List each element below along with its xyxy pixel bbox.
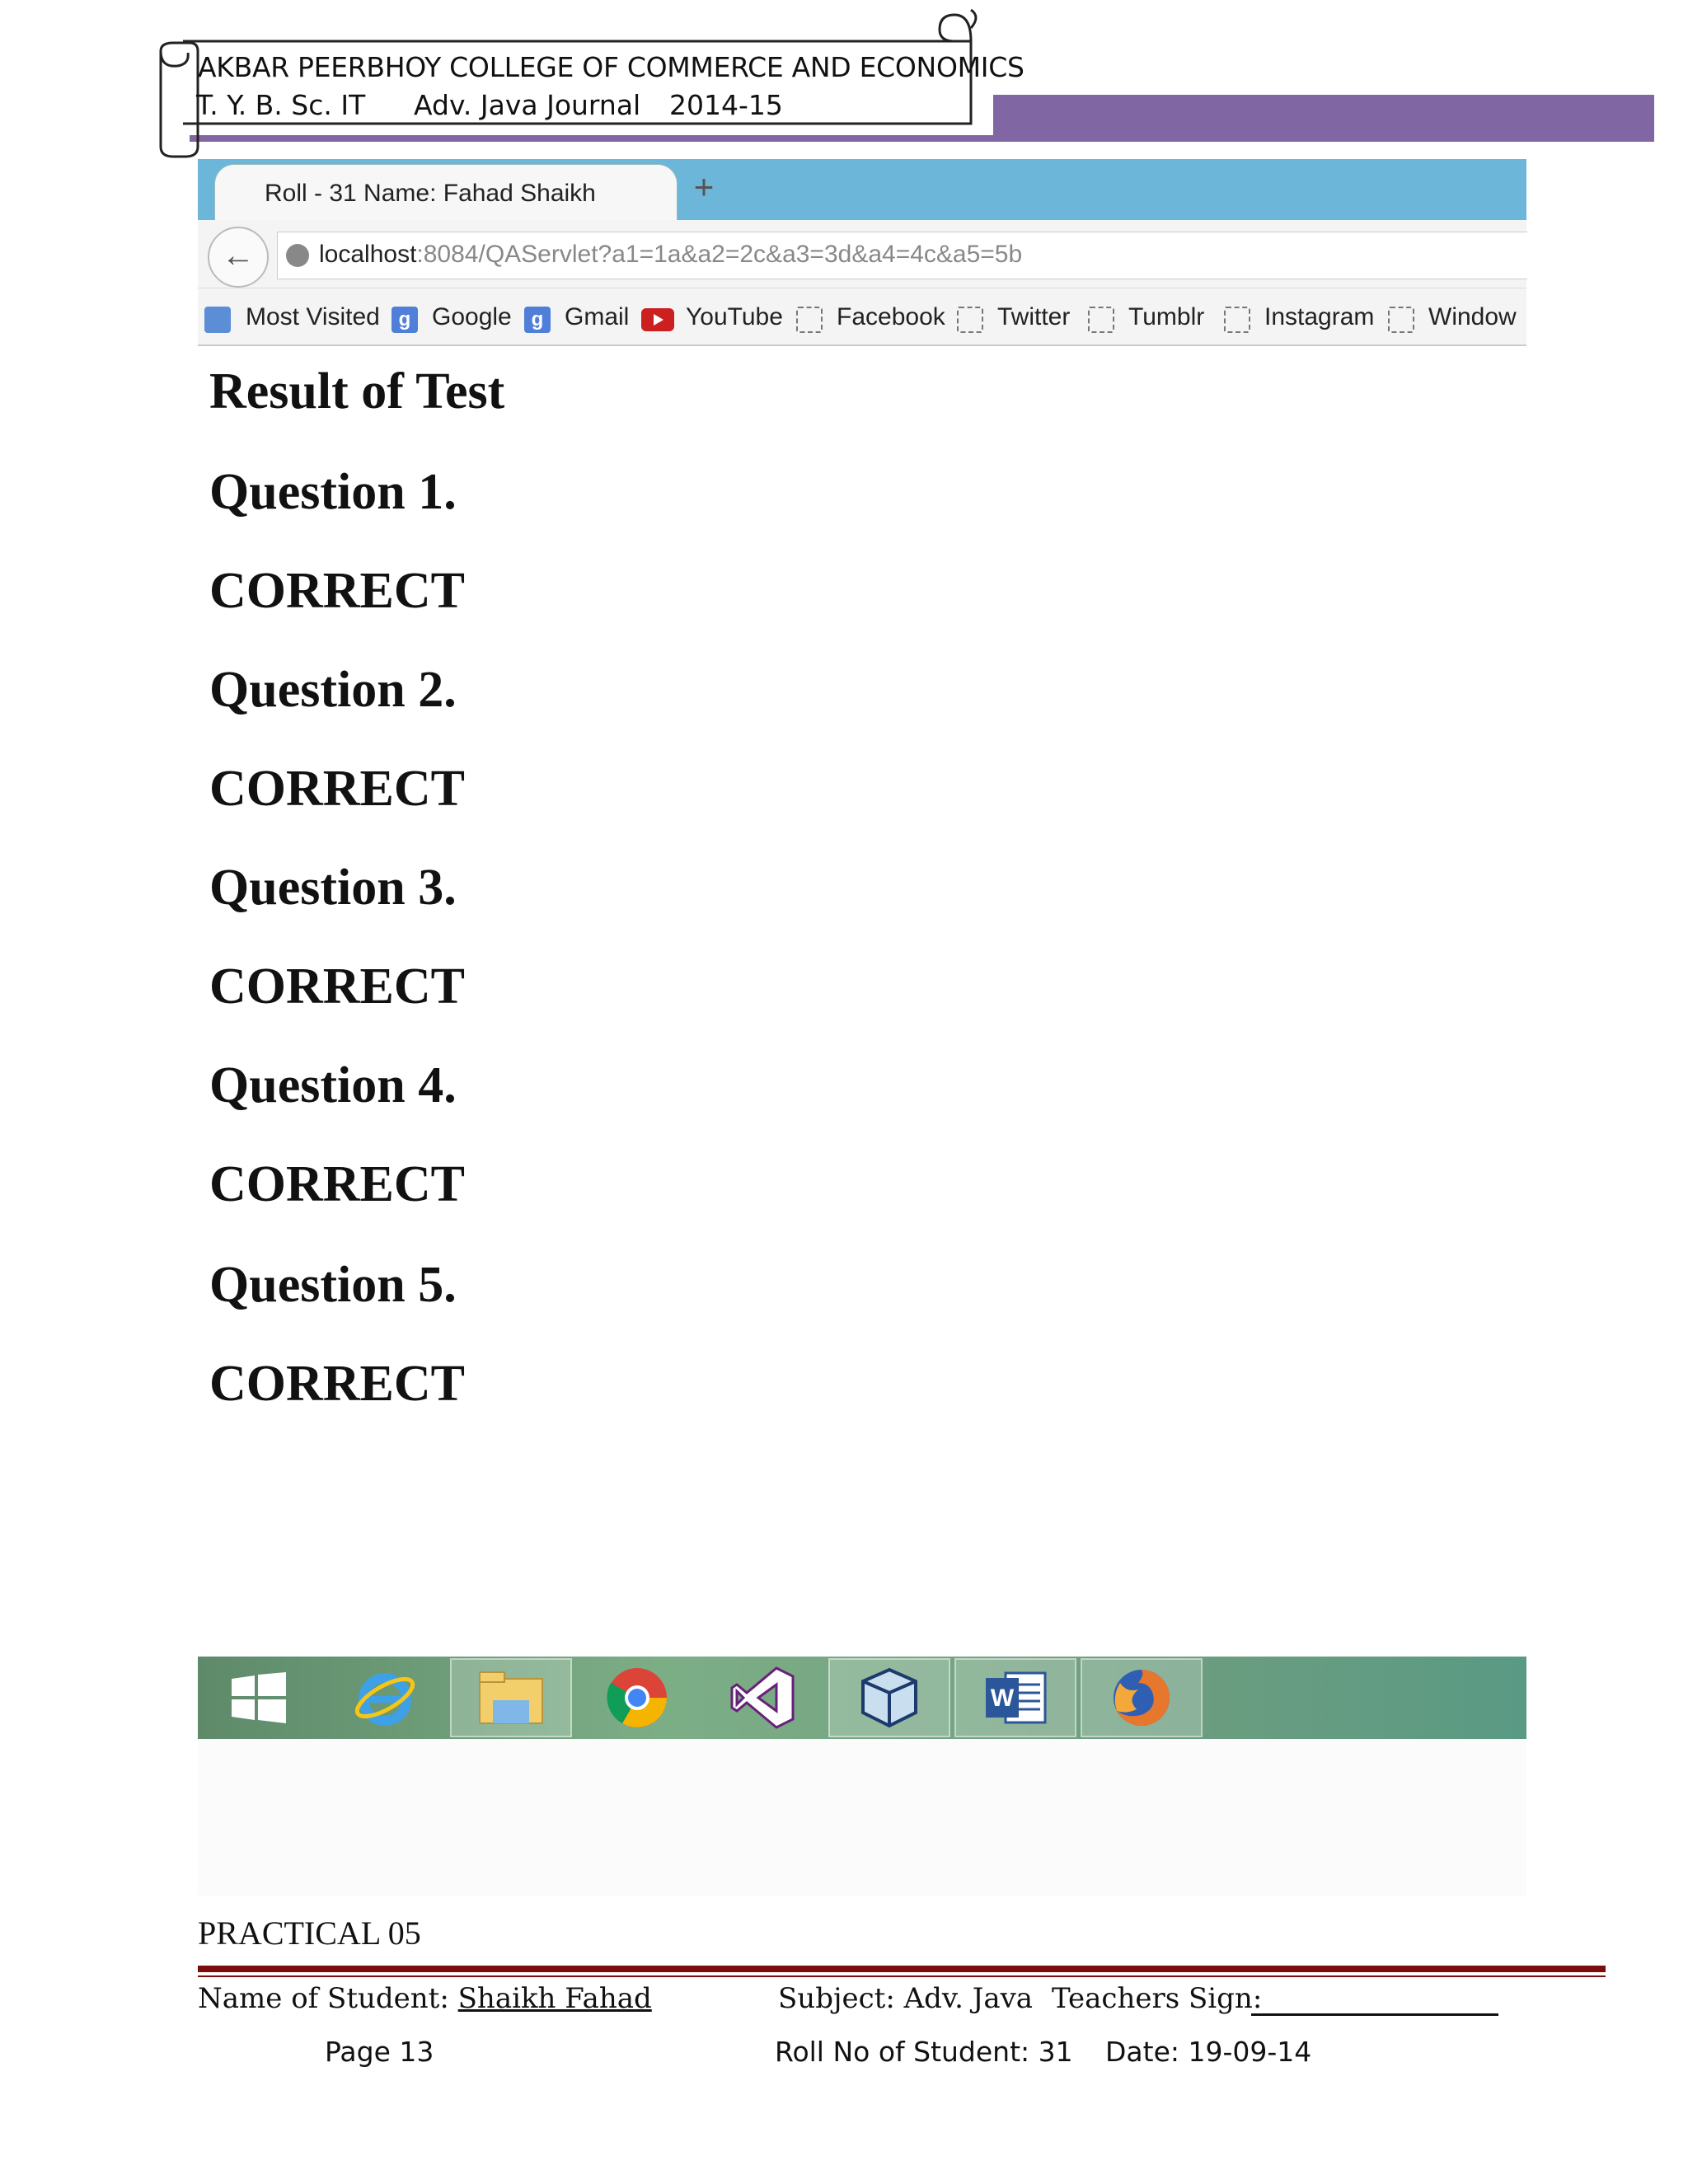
footer-rule-thin: [198, 1975, 1606, 1977]
verdict-1: CORRECT: [209, 563, 466, 619]
footer-rule-thick: [198, 1966, 1606, 1972]
verdict-3: CORRECT: [209, 958, 466, 1015]
back-button[interactable]: ←: [208, 227, 269, 288]
url-text: localhost:8084/QAServlet?a1=1a&a2=2c&a3=…: [319, 241, 1022, 269]
most-visited-icon: [204, 307, 231, 333]
blank-page-icon: [957, 307, 983, 333]
bookmark-instagram[interactable]: Instagram: [1264, 303, 1374, 331]
internet-explorer-icon[interactable]: [324, 1658, 446, 1737]
bookmark-gmail[interactable]: Gmail: [565, 303, 629, 331]
file-explorer-icon[interactable]: [450, 1658, 572, 1737]
word-icon[interactable]: W: [954, 1658, 1076, 1737]
new-tab-button[interactable]: +: [686, 167, 722, 207]
verdict-5: CORRECT: [209, 1356, 466, 1412]
bookmarks-toolbar: Most Visited g Google g Gmail YouTube Fa…: [198, 288, 1526, 346]
page-content: Result of Test Question 1. CORRECT Quest…: [198, 346, 1526, 1630]
question-label-2: Question 2.: [209, 662, 457, 718]
url-path: :8084/QAServlet?a1=1a&a2=2c&a3=3d&a4=4c&…: [416, 241, 1023, 268]
academic-year: 2014-15: [669, 89, 783, 121]
question-label-5: Question 5.: [209, 1257, 457, 1313]
svg-text:W: W: [991, 1685, 1015, 1712]
url-host: localhost: [319, 241, 417, 268]
page-title: Result of Test: [209, 363, 505, 419]
tab-title: Roll - 31 Name: Fahad Shaikh: [265, 180, 596, 207]
virtualbox-icon[interactable]: [828, 1658, 950, 1737]
teachers-sign-label: Teachers Sign:: [1052, 1982, 1263, 2015]
blank-page-icon: [796, 307, 823, 333]
firefox-icon[interactable]: [1081, 1658, 1203, 1737]
bookmark-youtube[interactable]: YouTube: [686, 303, 783, 331]
bookmark-google[interactable]: Google: [432, 303, 512, 331]
bookmark-facebook[interactable]: Facebook: [837, 303, 945, 331]
address-bar[interactable]: localhost:8084/QAServlet?a1=1a&a2=2c&a3=…: [277, 232, 1527, 279]
verdict-2: CORRECT: [209, 761, 466, 817]
bookmark-twitter[interactable]: Twitter: [997, 303, 1070, 331]
student-name-value: Shaikh Fahad: [457, 1982, 652, 2015]
gmail-icon: g: [524, 307, 551, 333]
college-name: AKBAR PEERBHOY COLLEGE OF COMMERCE AND E…: [198, 51, 1025, 83]
student-name: Name of Student: Shaikh Fahad: [198, 1982, 652, 2015]
header-purple-bar: [993, 95, 1654, 142]
bookmark-window[interactable]: Window: [1428, 303, 1517, 331]
student-name-label: Name of Student:: [198, 1982, 449, 2015]
roll-number: Roll No of Student: 31: [775, 2036, 1073, 2068]
google-icon: g: [392, 307, 418, 333]
question-label-4: Question 4.: [209, 1057, 457, 1113]
tab-bar: Roll - 31 Name: Fahad Shaikh +: [198, 159, 1526, 221]
bookmark-tumblr[interactable]: Tumblr: [1128, 303, 1204, 331]
browser-tab[interactable]: Roll - 31 Name: Fahad Shaikh: [214, 164, 678, 221]
question-label-3: Question 3.: [209, 860, 457, 916]
journal-name: Adv. Java Journal: [414, 89, 641, 121]
blank-page-icon: [1088, 307, 1114, 333]
verdict-4: CORRECT: [209, 1156, 466, 1212]
date: Date: 19-09-14: [1105, 2036, 1312, 2068]
back-arrow-icon: ←: [222, 237, 255, 274]
visual-studio-icon[interactable]: [702, 1658, 824, 1737]
navigation-bar: ← localhost:8084/QAServlet?a1=1a&a2=2c&a…: [198, 220, 1527, 288]
youtube-icon: [641, 308, 674, 331]
blank-page-icon: [1224, 307, 1250, 333]
practical-number: PRACTICAL 05: [198, 1915, 421, 1952]
class-name: T. Y. B. Sc. IT: [196, 89, 366, 121]
teachers-sign-line: [1251, 2013, 1498, 2016]
blank-page-icon: [1388, 307, 1414, 333]
screenshot-background-band: [198, 1739, 1526, 1896]
subject: Subject: Adv. Java: [778, 1982, 1034, 2015]
windows-start-icon[interactable]: [198, 1658, 320, 1737]
chrome-icon[interactable]: [576, 1658, 698, 1737]
page-number: Page 13: [325, 2036, 434, 2068]
globe-icon: [286, 244, 309, 267]
question-label-1: Question 1.: [209, 464, 457, 520]
windows-taskbar: W: [198, 1657, 1526, 1739]
bookmark-most-visited[interactable]: Most Visited: [246, 303, 380, 331]
